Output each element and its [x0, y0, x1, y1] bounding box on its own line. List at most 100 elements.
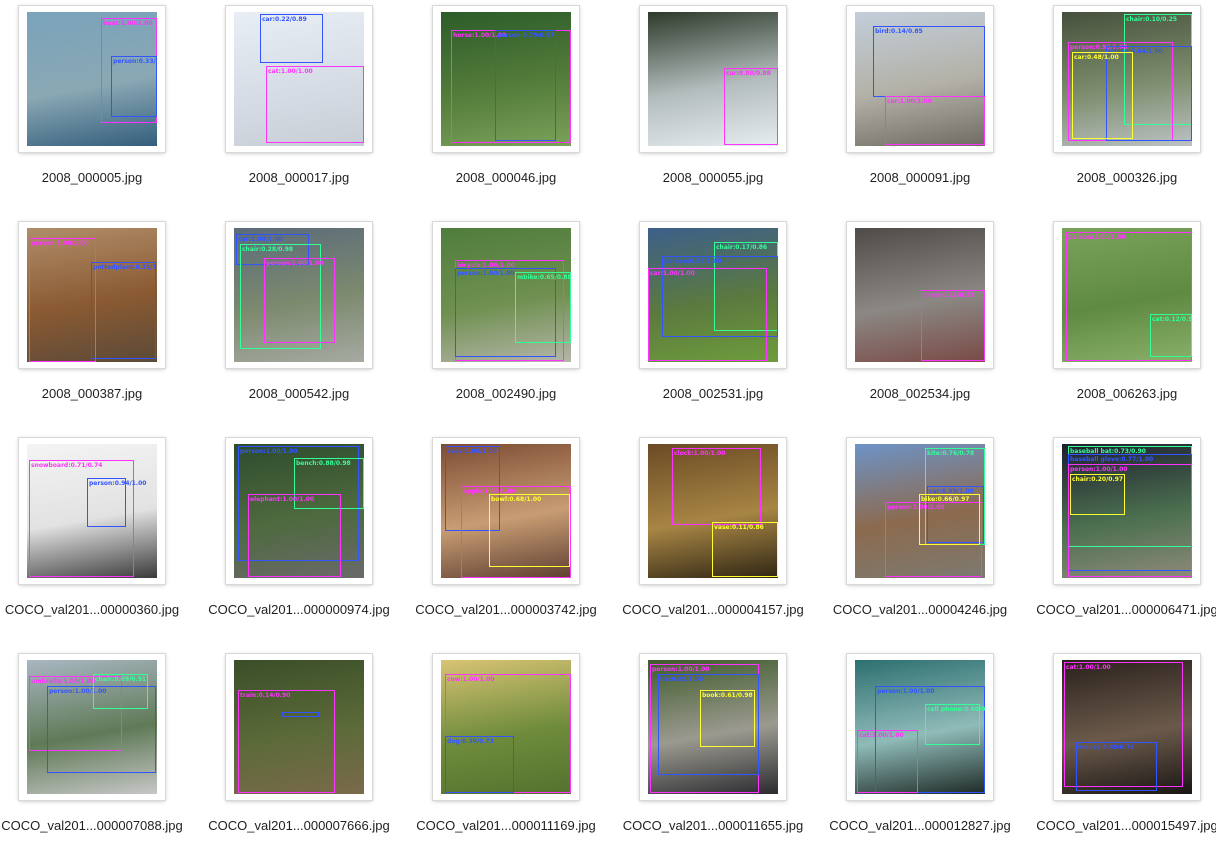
thumbnail-image[interactable]: baseball bat:0.73/0.90 baseball glove:0.7… [1062, 444, 1192, 578]
thumbnail-frame[interactable]: person:1.00/1.00 bench:0.88/0.98 elephant:… [226, 438, 372, 584]
file-thumbnail[interactable]: snowboard:0.71/0.74 person:0.94/1.00 COCO_… [0, 432, 195, 642]
file-thumbnail[interactable]: person:1.00/1.00pottedplant:0.35/1.00200… [0, 216, 195, 426]
file-name-label[interactable]: COCO_val201...000007666.jpg [186, 818, 412, 833]
thumbnail-image[interactable]: boat:1.00/1.00 person:0.33/0.77 [27, 12, 157, 146]
file-name-label[interactable]: COCO_val201...00004246.jpg [807, 602, 1033, 617]
thumbnail-frame[interactable]: cat:1.00/1.00 mouse:0.49/0.75 [1054, 654, 1200, 800]
file-name-label[interactable]: COCO_val201...000000974.jpg [186, 602, 412, 617]
thumbnail-frame[interactable]: car:1.00/1.00 chair:0.28/0.98 person:1.00/… [226, 222, 372, 368]
file-thumbnail[interactable]: person:1.00/1.00 cell phone:0.60/0.78 cat:… [817, 648, 1023, 845]
thumbnail-frame[interactable]: person:1.00/1.00 cell phone:0.60/0.78 cat:… [847, 654, 993, 800]
thumbnail-frame[interactable]: person:1.00/1.00 pottedplant:0.35/1.00 [19, 222, 165, 368]
thumbnail-frame[interactable]: kite:0.76/0.78 car:0.99/1.00 person:1.00/1… [847, 438, 993, 584]
file-thumbnail[interactable]: car:1.00/1.00 chair:0.28/0.98 person:1.00/… [196, 216, 402, 426]
file-name-label[interactable]: 2008_002534.jpg [807, 386, 1033, 401]
file-name-label[interactable]: COCO_val201...000012827.jpg [807, 818, 1033, 833]
thumbnail-image[interactable]: snowboard:0.71/0.74 person:0.94/1.00 [27, 444, 157, 578]
file-thumbnail[interactable]: bird:0.14/0.85 car:1.00/1.00 2008_000091.j… [817, 0, 1023, 210]
file-name-label[interactable]: 2008_000542.jpg [186, 386, 412, 401]
file-thumbnail[interactable]: horse:1.00/1.00 person:0.79/0.97 2008_0000… [403, 0, 609, 210]
thumbnail-image[interactable]: clock:1.00/1.00 vase:0.11/0.86 [648, 444, 778, 578]
file-thumbnail[interactable]: cat:1.00/1.00 mouse:0.49/0.75 COCO_val201.… [1024, 648, 1216, 845]
file-thumbnail[interactable]: clock:1.00/1.00 vase:0.11/0.86 COCO_val201… [610, 432, 816, 642]
thumbnail-image[interactable]: person:1.00/1.00 cat:0.12/0.90 [1062, 228, 1192, 362]
file-name-label[interactable]: 2008_000326.jpg [1014, 170, 1216, 185]
file-name-label[interactable]: 2008_002490.jpg [393, 386, 619, 401]
file-thumbnail[interactable]: umbrella:1.00/1.00 person:1.00/1.00 chair:… [0, 648, 195, 845]
file-name-label[interactable]: 2008_000017.jpg [186, 170, 412, 185]
bounding-box-label: person:1.00/1.00 [266, 260, 324, 267]
thumbnail-frame[interactable]: horse:1.00/1.00 person:0.79/0.97 [433, 6, 579, 152]
thumbnail-frame[interactable]: umbrella:1.00/1.00 person:1.00/1.00 chair:… [19, 654, 165, 800]
thumbnail-frame[interactable]: cow:1.00/1.00 dog:0.30/0.73 [433, 654, 579, 800]
file-thumbnail[interactable]: baseball bat:0.73/0.90 baseball glove:0.7… [1024, 432, 1216, 642]
file-thumbnail[interactable]: chair:0.10/0.25 person:0.99/1.00 mbike:0.6… [1024, 0, 1216, 210]
thumbnail-frame[interactable]: bicycle:1.00/1.00 person:1.00/1.00 mbike:0… [433, 222, 579, 368]
file-thumbnail[interactable]: bicycle:1.00/1.00 person:1.00/1.00 mbike:0… [403, 216, 609, 426]
file-name-label[interactable]: 2008_006263.jpg [1014, 386, 1216, 401]
thumbnail-image[interactable]: vase:1.00/1.00 apple:1.00/1.00 bowl:0.68/1… [441, 444, 571, 578]
thumbnail-image[interactable]: car:0.80/0.88 [648, 12, 778, 146]
thumbnail-image[interactable]: chair:0.10/0.25 person:0.99/1.00 mbike:0.6… [1062, 12, 1192, 146]
thumbnail-image[interactable]: train:0.14/0.90 [234, 660, 364, 794]
file-thumbnail[interactable]: boat:1.00/1.00person:0.33/0.772008_00000… [0, 0, 195, 210]
file-thumbnail[interactable]: car:0.22/0.89 cat:1.00/1.00 2008_000017.jp… [196, 0, 402, 210]
bounding-box-label: bicycle:1.00/1.00 [457, 262, 515, 269]
thumbnail-frame[interactable]: baseball bat:0.73/0.90 baseball glove:0.7… [1054, 438, 1200, 584]
thumbnail-frame[interactable]: car:0.80/0.88 [640, 6, 786, 152]
file-thumbnail[interactable]: person:1.00/1.00 bench:0.88/0.98 elephant:… [196, 432, 402, 642]
thumbnail-image[interactable]: person:1.00/1.00 bench:0.88/0.98 elephant:… [234, 444, 364, 578]
file-name-label[interactable]: COCO_val201...000003742.jpg [393, 602, 619, 617]
thumbnail-frame[interactable]: snowboard:0.71/0.74 person:0.94/1.00 [19, 438, 165, 584]
thumbnail-frame[interactable]: chair:0.17/0.86 person:0.99/1.00 car:1.00/… [640, 222, 786, 368]
bounding-box [101, 18, 157, 123]
bounding-box-label: clock:1.00/1.00 [674, 450, 725, 457]
file-name-label[interactable]: COCO_val201...00000360.jpg [0, 602, 205, 617]
thumbnail-image[interactable]: person:1.00/1.00 cell phone:0.60/0.78 cat:… [855, 660, 985, 794]
thumbnail-image[interactable]: chair:0.11/0.73 [855, 228, 985, 362]
thumbnail-image[interactable]: car:1.00/1.00 chair:0.28/0.98 person:1.00/… [234, 228, 364, 362]
thumbnail-image[interactable]: cow:1.00/1.00 dog:0.30/0.73 [441, 660, 571, 794]
file-thumbnail[interactable]: chair:0.17/0.86 person:0.99/1.00 car:1.00/… [610, 216, 816, 426]
thumbnail-frame[interactable]: chair:0.11/0.73 [847, 222, 993, 368]
thumbnail-frame[interactable]: vase:1.00/1.00 apple:1.00/1.00 bowl:0.68/1… [433, 438, 579, 584]
thumbnail-frame[interactable]: clock:1.00/1.00 vase:0.11/0.86 [640, 438, 786, 584]
file-thumbnail[interactable]: person:1.00/1.00 tie:0.89/1.00 book:0.61/0… [610, 648, 816, 845]
file-name-label[interactable]: 2008_000387.jpg [0, 386, 205, 401]
thumbnail-frame[interactable]: bird:0.14/0.85 car:1.00/1.00 [847, 6, 993, 152]
thumbnail-frame[interactable]: person:1.00/1.00 tie:0.89/1.00 book:0.61/0… [640, 654, 786, 800]
thumbnail-image[interactable]: bird:0.14/0.85 car:1.00/1.00 [855, 12, 985, 146]
thumbnail-image[interactable]: person:1.00/1.00 tie:0.89/1.00 book:0.61/0… [648, 660, 778, 794]
file-name-label[interactable]: 2008_000005.jpg [0, 170, 205, 185]
thumbnail-image[interactable]: kite:0.76/0.78 car:0.99/1.00 person:1.00/1… [855, 444, 985, 578]
thumbnail-frame[interactable]: boat:1.00/1.00 person:0.33/0.77 [19, 6, 165, 152]
file-thumbnail[interactable]: car:0.80/0.88 2008_000055.jpg [610, 0, 816, 210]
file-thumbnail[interactable]: cow:1.00/1.00 dog:0.30/0.73 COCO_val201...… [403, 648, 609, 845]
file-name-label[interactable]: COCO_val201...000006471.jpg [1014, 602, 1216, 617]
thumbnail-image[interactable]: bicycle:1.00/1.00 person:1.00/1.00 mbike:0… [441, 228, 571, 362]
thumbnail-image[interactable]: cat:1.00/1.00 mouse:0.49/0.75 [1062, 660, 1192, 794]
thumbnail-image[interactable]: horse:1.00/1.00 person:0.79/0.97 [441, 12, 571, 146]
thumbnail-image[interactable]: umbrella:1.00/1.00 person:1.00/1.00 chair:… [27, 660, 157, 794]
thumbnail-image[interactable]: car:0.22/0.89 cat:1.00/1.00 [234, 12, 364, 146]
file-name-label[interactable]: 2008_000055.jpg [600, 170, 826, 185]
file-name-label[interactable]: COCO_val201...000004157.jpg [600, 602, 826, 617]
file-name-label[interactable]: 2008_002531.jpg [600, 386, 826, 401]
file-name-label[interactable]: COCO_val201...000007088.jpg [0, 818, 205, 833]
file-thumbnail[interactable]: kite:0.76/0.78 car:0.99/1.00 person:1.00/1… [817, 432, 1023, 642]
file-name-label[interactable]: 2008_000091.jpg [807, 170, 1033, 185]
thumbnail-image[interactable]: chair:0.17/0.86 person:0.99/1.00 car:1.00/… [648, 228, 778, 362]
file-thumbnail[interactable]: vase:1.00/1.00 apple:1.00/1.00 bowl:0.68/1… [403, 432, 609, 642]
thumbnail-image[interactable]: person:1.00/1.00 pottedplant:0.35/1.00 [27, 228, 157, 362]
file-name-label[interactable]: COCO_val201...000011169.jpg [393, 818, 619, 833]
file-name-label[interactable]: 2008_000046.jpg [393, 170, 619, 185]
thumbnail-frame[interactable]: person:1.00/1.00 cat:0.12/0.90 [1054, 222, 1200, 368]
thumbnail-frame[interactable]: chair:0.10/0.25 person:0.99/1.00 mbike:0.6… [1054, 6, 1200, 152]
file-thumbnail[interactable]: chair:0.11/0.73 2008_002534.jpg [817, 216, 1023, 426]
file-thumbnail[interactable]: person:1.00/1.00cat:0.12/0.902008_006263… [1024, 216, 1216, 426]
file-name-label[interactable]: COCO_val201...000015497.jpg [1014, 818, 1216, 833]
thumbnail-frame[interactable]: car:0.22/0.89 cat:1.00/1.00 [226, 6, 372, 152]
file-name-label[interactable]: COCO_val201...000011655.jpg [600, 818, 826, 833]
file-thumbnail[interactable]: train:0.14/0.90 COCO_val201...000007666.j… [196, 648, 402, 845]
thumbnail-frame[interactable]: train:0.14/0.90 [226, 654, 372, 800]
